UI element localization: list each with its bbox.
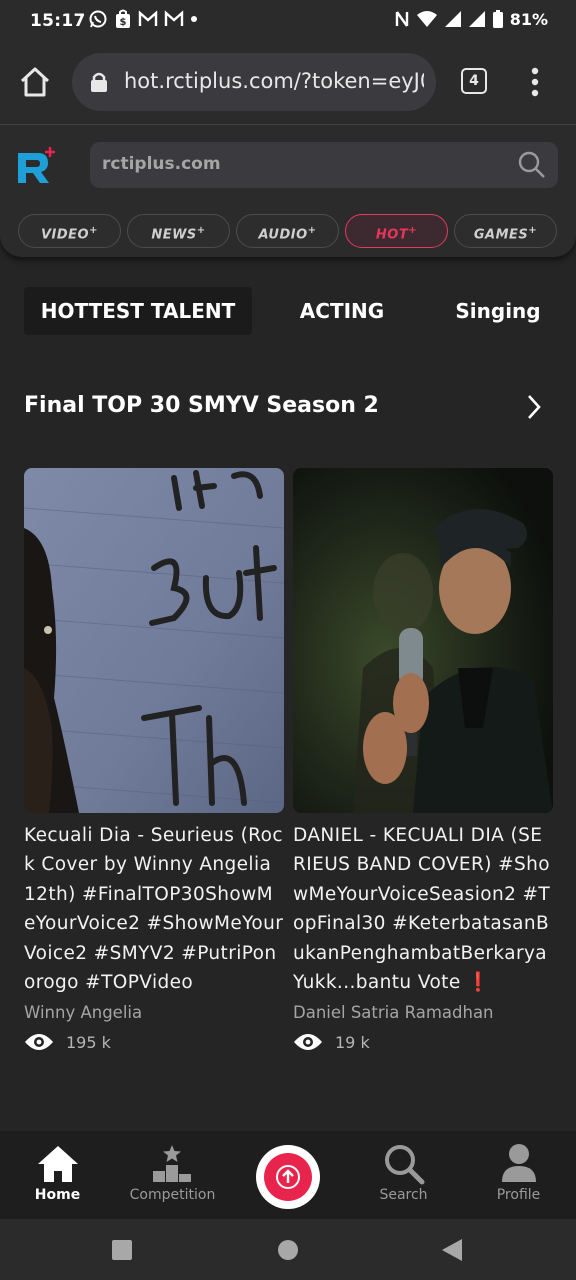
nav-competition-label: Competition (129, 1187, 216, 1203)
category-hot[interactable]: HOT+ (345, 214, 448, 248)
site-header: rctiplus.com VIDEO+ NEWS+ AUDIO+ HOT+ GA… (0, 124, 576, 257)
battery-icon (492, 10, 503, 28)
category-video-label: VIDEO (40, 227, 90, 243)
category-news[interactable]: NEWS+ (127, 214, 230, 248)
more-vertical-icon (531, 67, 539, 97)
upload-button-inner (264, 1153, 312, 1201)
tab-singing[interactable]: Singing (444, 287, 552, 335)
browser-toolbar: hot.rctiplus.com/?token=eyJ0 4 (0, 42, 576, 124)
video-views: 19 k (293, 1032, 553, 1052)
category-games-label: GAMES (473, 227, 529, 243)
nfc-icon (395, 11, 408, 27)
video-thumbnail[interactable] (293, 468, 553, 813)
whatsapp-icon (89, 10, 107, 28)
views-count: 19 k (335, 1032, 370, 1052)
svg-text:$: $ (120, 17, 127, 28)
url-text: hot.rctiplus.com/?token=eyJ0 (124, 69, 424, 93)
eye-icon (294, 1034, 322, 1051)
video-card[interactable]: Kecuali Dia - Seurieus (Rock Cover by Wi… (24, 468, 284, 1052)
search-icon (518, 151, 545, 178)
talent-tabs: HOTTEST TALENT ACTING Singing (24, 287, 552, 335)
podium-icon (153, 1145, 191, 1182)
search-icon (385, 1145, 425, 1185)
battery-percent: 81% (509, 9, 548, 29)
system-navigation-bar (0, 1219, 576, 1280)
status-bar: 15:17 $ 81% (0, 0, 576, 42)
shopping-bag-icon: $ (116, 9, 130, 28)
tab-hottest-talent[interactable]: HOTTEST TALENT (24, 287, 252, 335)
video-title[interactable]: Kecuali Dia - Seurieus (Rock Cover by Wi… (24, 821, 284, 997)
rctiplus-logo[interactable] (14, 145, 58, 193)
category-games[interactable]: GAMES+ (454, 214, 557, 248)
video-author[interactable]: Winny Angelia (24, 1003, 284, 1022)
tab-acting[interactable]: ACTING (282, 287, 402, 335)
eye-icon (25, 1034, 53, 1051)
gmail-icon (138, 10, 158, 26)
upload-button[interactable] (256, 1145, 320, 1209)
video-thumbnail-image (24, 468, 284, 813)
signal-icon-2 (468, 11, 485, 27)
section-title: Final TOP 30 SMYV Season 2 (24, 393, 379, 418)
video-views: 195 k (24, 1032, 284, 1052)
gmail-icon-2 (164, 10, 184, 26)
lock-icon (91, 72, 107, 92)
home-outline-icon (20, 67, 50, 97)
recents-square-icon[interactable] (111, 1239, 133, 1261)
system-status-icons: 81% (394, 9, 548, 29)
site-search-input[interactable]: rctiplus.com (90, 142, 558, 188)
video-card[interactable]: DANIEL - KECUALI DIA (SERIEUS BAND COVER… (293, 468, 553, 1052)
category-audio-label: AUDIO (258, 227, 308, 243)
more-notifications-dot-icon (191, 16, 197, 22)
category-news-label: NEWS (151, 227, 197, 243)
video-author[interactable]: Daniel Satria Ramadhan (293, 1003, 553, 1022)
tab-switcher-button[interactable]: 4 (461, 68, 487, 94)
wifi-icon (416, 11, 437, 27)
views-count: 195 k (66, 1032, 111, 1052)
notification-icons: $ (88, 9, 198, 29)
rctiplus-logo-icon (18, 147, 55, 183)
profile-icon (502, 1144, 536, 1182)
back-triangle-icon[interactable] (441, 1238, 463, 1262)
bottom-navigation: Home Competition Search Profile (0, 1131, 576, 1219)
status-time: 15:17 (30, 11, 86, 31)
nav-home-label: Home (34, 1187, 81, 1203)
video-title[interactable]: DANIEL - KECUALI DIA (SERIEUS BAND COVER… (293, 821, 553, 997)
category-hot-label: HOT (375, 227, 409, 243)
upload-arrow-icon (276, 1165, 300, 1189)
browser-menu-button[interactable] (529, 67, 541, 101)
browser-home-button[interactable] (18, 66, 52, 102)
video-thumbnail[interactable] (24, 468, 284, 813)
nav-profile-label: Profile (496, 1187, 541, 1203)
home-icon (38, 1146, 78, 1182)
category-audio[interactable]: AUDIO+ (236, 214, 339, 248)
section-see-all-button[interactable] (524, 393, 544, 425)
home-circle-icon[interactable] (277, 1239, 299, 1261)
nav-search-label: Search (379, 1187, 428, 1203)
category-tabs: VIDEO+ NEWS+ AUDIO+ HOT+ GAMES+ (18, 214, 557, 248)
chevron-right-icon (528, 395, 541, 419)
search-placeholder: rctiplus.com (102, 154, 221, 174)
signal-icon (444, 11, 461, 27)
video-thumbnail-image (293, 468, 553, 813)
category-video[interactable]: VIDEO+ (18, 214, 121, 248)
address-bar[interactable]: hot.rctiplus.com/?token=eyJ0 (72, 53, 436, 111)
